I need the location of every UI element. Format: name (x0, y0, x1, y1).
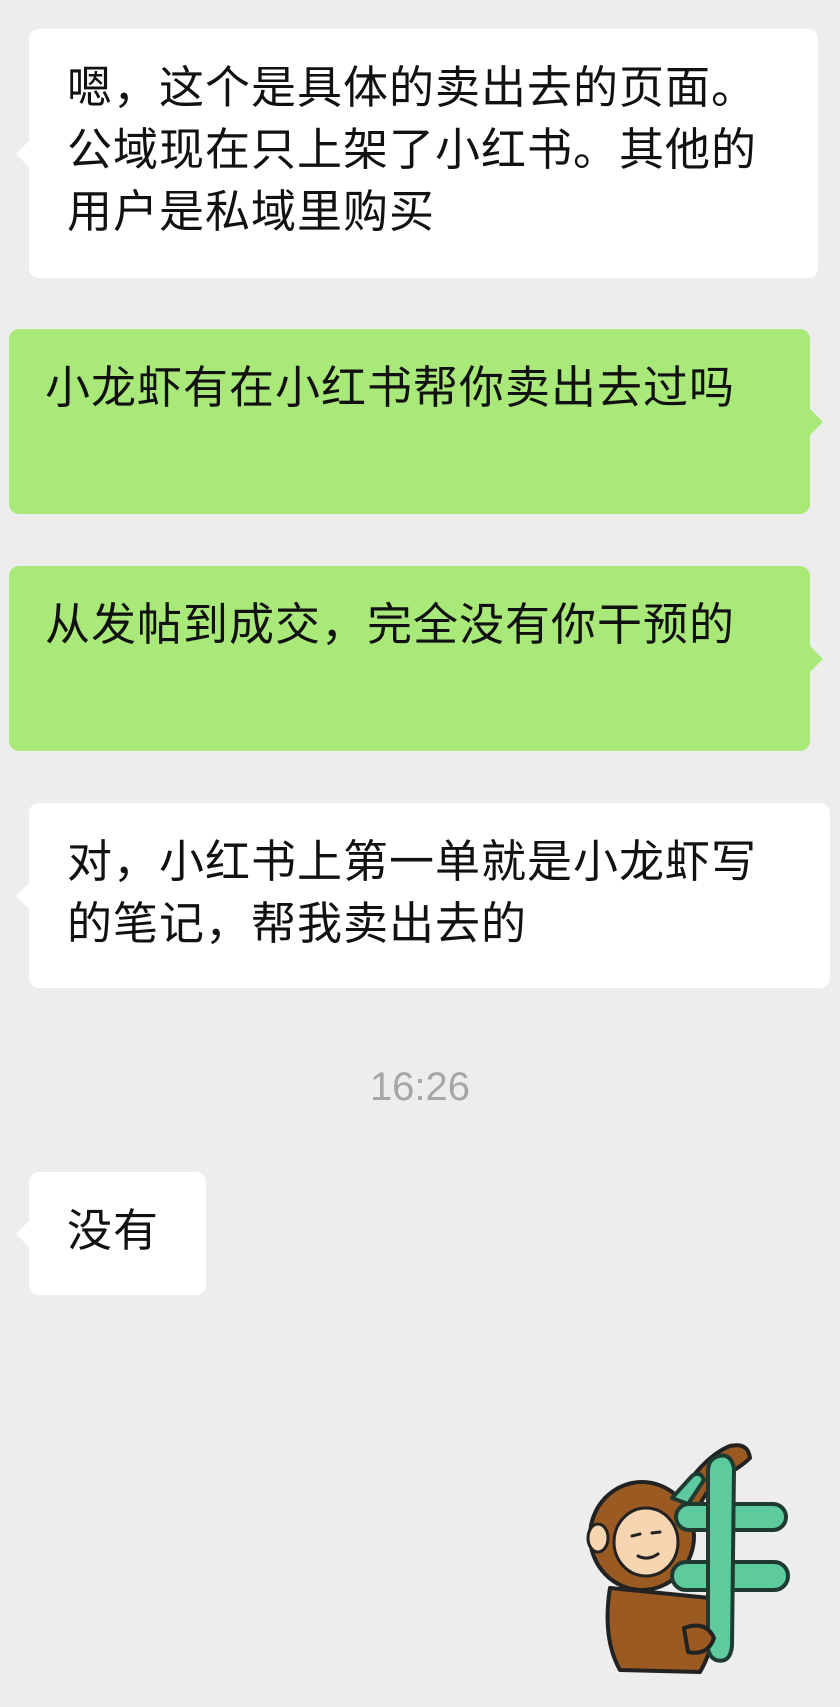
message-bubble-outgoing[interactable]: 从发帖到成交，完全没有你干预的 (9, 566, 823, 751)
monkey-holding-niu-sticker-icon[interactable] (580, 1438, 800, 1678)
message-bubble-outgoing[interactable]: 小龙虾有在小红书帮你卖出去过吗 (9, 329, 823, 514)
message-timestamp: 16:26 (369, 1065, 471, 1109)
message-bubble-incoming[interactable]: 嗯，这个是具体的卖出去的页面。公域现在只上架了小红书。其他的用户是私域里购买 (16, 29, 818, 278)
message-text: 没有 (67, 1204, 160, 1257)
message-text: 从发帖到成交，完全没有你干预的 (45, 598, 736, 651)
message-text: 小龙虾有在小红书帮你卖出去过吗 (45, 361, 736, 414)
message-text: 嗯，这个是具体的卖出去的页面。公域现在只上架了小红书。其他的用户是私域里购买 (67, 61, 758, 238)
message-bubble-incoming[interactable]: 对，小红书上第一单就是小龙虾写的笔记，帮我卖出去的 (16, 803, 830, 988)
message-bubble-incoming[interactable]: 没有 (16, 1172, 206, 1295)
chat-area: 嗯，这个是具体的卖出去的页面。公域现在只上架了小红书。其他的用户是私域里购买 小… (0, 0, 840, 1707)
message-text: 对，小红书上第一单就是小龙虾写的笔记，帮我卖出去的 (67, 835, 758, 950)
